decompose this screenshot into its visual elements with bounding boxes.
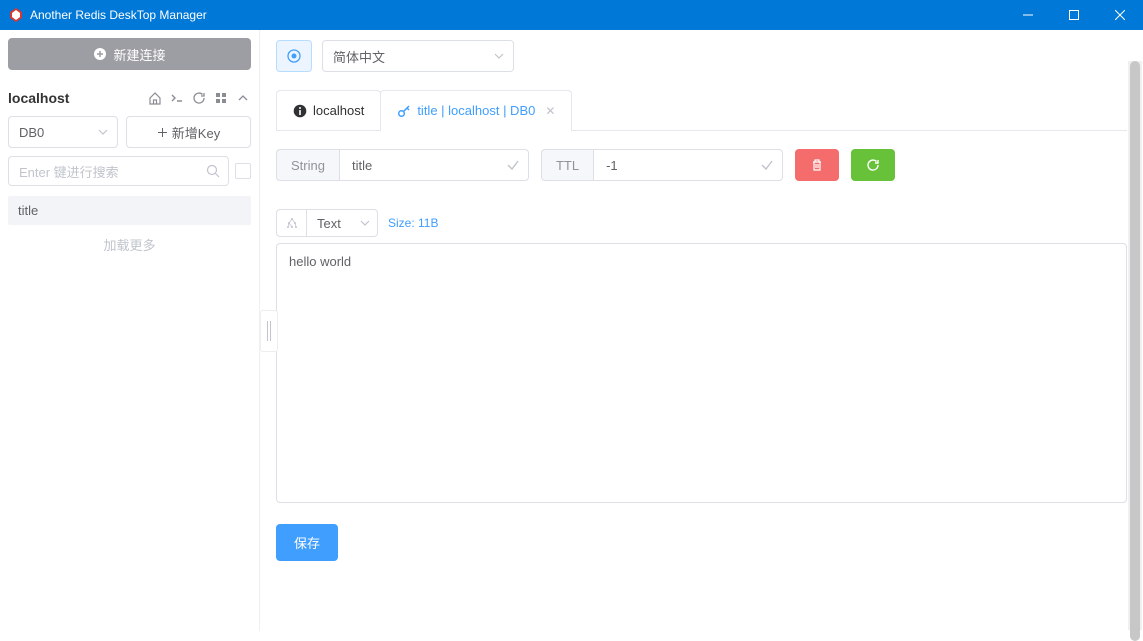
key-type-label: String (276, 149, 339, 181)
window-maximize-button[interactable] (1051, 0, 1097, 30)
check-icon[interactable] (506, 158, 520, 172)
key-icon (397, 104, 411, 118)
app-logo-icon (8, 7, 24, 23)
refresh-icon (866, 158, 880, 172)
database-selected-value: DB0 (19, 125, 44, 140)
refresh-icon[interactable] (191, 90, 207, 106)
value-format-select[interactable]: Text (276, 209, 378, 237)
chevron-up-icon[interactable] (235, 90, 251, 106)
key-type-group: String title (276, 149, 529, 181)
key-ttl-label: TTL (541, 149, 593, 181)
chevron-down-icon (493, 50, 505, 62)
value-textarea[interactable] (276, 243, 1127, 503)
save-button[interactable]: 保存 (276, 524, 338, 561)
scrollbar-thumb[interactable] (1130, 61, 1140, 641)
add-key-button[interactable]: 新增Key (126, 116, 251, 148)
theme-toggle-button[interactable] (276, 40, 312, 72)
tabs-bar: localhost title | localhost | DB0 ✕ (276, 90, 1127, 131)
home-icon[interactable] (147, 90, 163, 106)
tab-label: title | localhost | DB0 (417, 103, 535, 118)
key-ttl-input[interactable]: -1 (593, 149, 783, 181)
main-content: 简体中文 localhost title | localhost | DB0 ✕… (260, 30, 1143, 631)
connection-header: localhost (8, 90, 251, 106)
key-name: title (18, 203, 38, 218)
key-ttl-group: TTL -1 (541, 149, 783, 181)
format-icon (277, 210, 307, 236)
sidebar-collapse-handle[interactable] (260, 310, 278, 352)
value-size-label: Size: 11B (388, 216, 438, 230)
new-connection-label: 新建连接 (113, 45, 165, 64)
trash-icon (810, 158, 824, 172)
key-name-input[interactable]: title (339, 149, 529, 181)
chevron-down-icon (359, 217, 371, 229)
database-select[interactable]: DB0 (8, 116, 118, 148)
language-selected-value: 简体中文 (333, 47, 385, 66)
tab-localhost[interactable]: localhost (276, 90, 381, 130)
app-title: Another Redis DeskTop Manager (30, 8, 1005, 22)
connection-name[interactable]: localhost (8, 90, 147, 106)
check-icon[interactable] (760, 158, 774, 172)
grid-icon[interactable] (213, 90, 229, 106)
plus-icon (157, 127, 168, 138)
search-icon (206, 164, 220, 178)
refresh-key-button[interactable] (851, 149, 895, 181)
exact-match-toggle[interactable] (235, 163, 251, 179)
tab-key-title[interactable]: title | localhost | DB0 ✕ (380, 90, 572, 130)
new-connection-button[interactable]: 新建连接 (8, 38, 251, 70)
window-minimize-button[interactable] (1005, 0, 1051, 30)
tab-label: localhost (313, 103, 364, 118)
chevron-down-icon (97, 126, 109, 138)
search-input[interactable]: Enter 键进行搜索 (8, 156, 229, 186)
titlebar: Another Redis DeskTop Manager (0, 0, 1143, 30)
search-placeholder: Enter 键进行搜索 (19, 162, 119, 181)
delete-key-button[interactable] (795, 149, 839, 181)
load-more-button[interactable]: 加载更多 (8, 229, 251, 260)
info-icon (293, 104, 307, 118)
format-selected-value: Text (317, 216, 341, 231)
plus-circle-icon (93, 47, 107, 61)
add-key-label: 新增Key (172, 123, 220, 142)
vertical-scrollbar[interactable] (1128, 61, 1142, 630)
tab-close-button[interactable]: ✕ (545, 104, 555, 118)
language-select[interactable]: 简体中文 (322, 40, 514, 72)
key-list-item[interactable]: title (8, 196, 251, 225)
sidebar: 新建连接 localhost DB0 新增Key (0, 30, 260, 631)
terminal-icon[interactable] (169, 90, 185, 106)
window-close-button[interactable] (1097, 0, 1143, 30)
